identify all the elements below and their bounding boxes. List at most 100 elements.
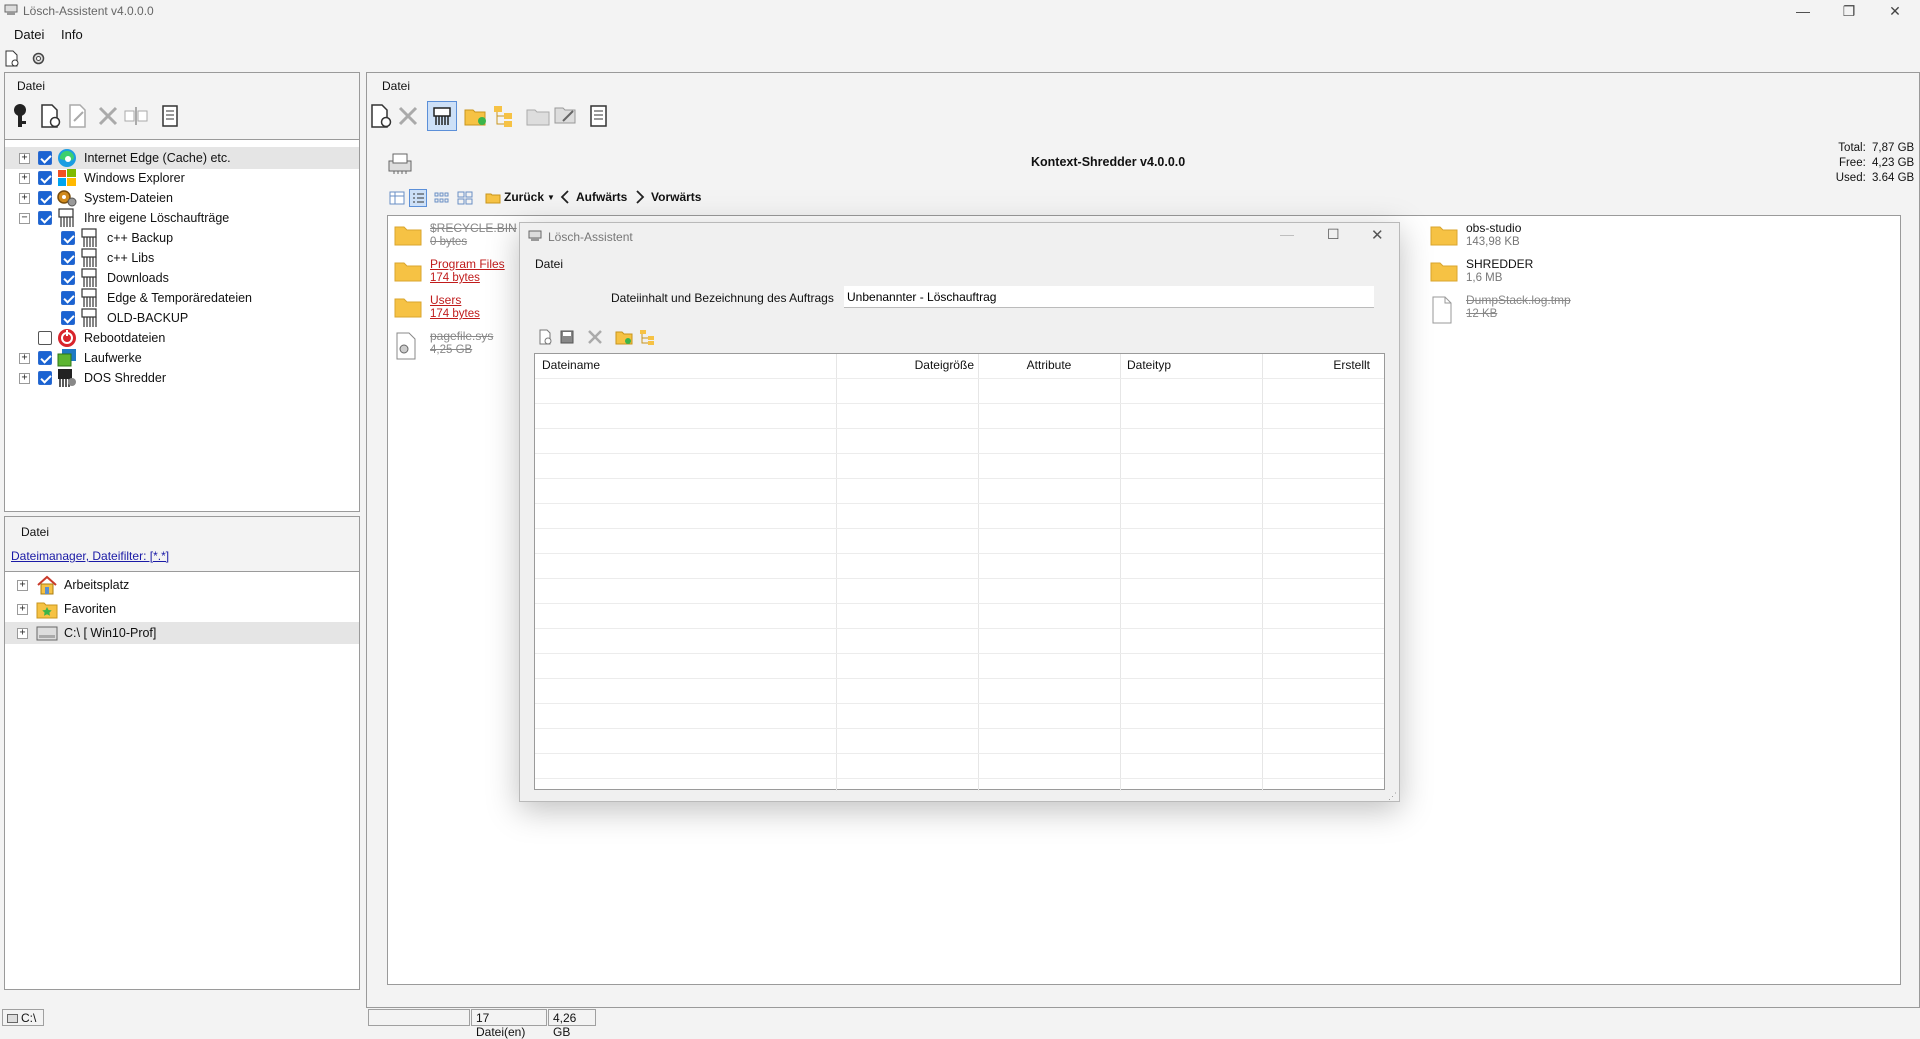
tree-item-rebootdateien[interactable]: Rebootdateien (19, 327, 165, 349)
folder-disabled-icon[interactable] (525, 105, 551, 127)
properties-icon[interactable] (159, 103, 181, 129)
tree-item-windows-explorer[interactable]: + Windows Explorer (19, 167, 185, 189)
tree-item-system-dateien[interactable]: + System-Dateien (19, 187, 173, 209)
maximize-icon: ❐ (1842, 2, 1856, 19)
minimize-button[interactable]: — (1780, 0, 1826, 22)
tree-item-old-backup[interactable]: OLD-BACKUP (61, 307, 188, 329)
view-small-icons-icon[interactable] (433, 191, 449, 205)
col-attribute[interactable]: Attribute (978, 354, 1120, 376)
up-button[interactable]: Aufwärts (560, 190, 627, 204)
checkbox[interactable] (38, 351, 52, 365)
expand-icon[interactable]: + (19, 172, 30, 184)
shredder-icon (79, 228, 101, 248)
tree-item-internet-edge-cache-etc[interactable]: + Internet Edge (Cache) etc. (5, 147, 359, 169)
folder-edit-icon[interactable] (553, 103, 577, 129)
checkbox[interactable] (38, 171, 52, 185)
new-folder-icon[interactable] (463, 105, 489, 127)
expand-icon[interactable]: + (17, 579, 28, 591)
checkbox[interactable] (38, 371, 52, 385)
col-dateityp[interactable]: Dateityp (1127, 354, 1171, 376)
collapse-icon[interactable]: − (19, 212, 30, 224)
tree-item-downloads[interactable]: Downloads (61, 267, 169, 289)
file-item[interactable]: SHREDDER 1,6 MB (1428, 256, 1578, 290)
folder-icon (394, 260, 422, 285)
dlg-save-icon[interactable] (559, 329, 575, 345)
new-document-icon[interactable] (3, 50, 20, 67)
checkbox[interactable] (38, 211, 52, 225)
col-erstellt[interactable]: Erstellt (1262, 354, 1370, 376)
tree-item-laufwerke[interactable]: + Laufwerke (19, 347, 142, 369)
tree-item-c-backup[interactable]: c++ Backup (61, 227, 173, 249)
expand-icon[interactable]: + (19, 192, 30, 204)
tree-item-ihre-eigene-l-schauftr-ge[interactable]: − Ihre eigene Löschaufträge (19, 207, 229, 229)
col-dateiname[interactable]: Dateiname (542, 354, 600, 376)
dialog-close-icon[interactable]: ✕ (1371, 226, 1384, 244)
resize-grip-icon[interactable]: ⋰ (1388, 791, 1397, 802)
checkbox[interactable] (38, 151, 52, 165)
dialog-menu-datei[interactable]: Datei (535, 257, 563, 271)
checkbox[interactable] (38, 331, 52, 345)
menu-info[interactable]: Info (57, 27, 87, 42)
file-filter-link[interactable]: Dateimanager, Dateifilter: [*.*] (11, 549, 169, 563)
left-top-header: Datei (17, 79, 46, 93)
expand-icon[interactable]: + (19, 352, 30, 364)
expand-icon[interactable]: + (17, 627, 28, 639)
dialog-maximize-icon[interactable]: ☐ (1327, 226, 1340, 243)
back-button[interactable]: Zurück ▼ (485, 190, 555, 204)
shredder-icon (433, 107, 451, 125)
fm-tree-item-1[interactable]: + Favoriten (5, 598, 359, 620)
delete-assistant-dialog: Lösch-Assistent — ☐ ✕ Datei Dateiinhalt … (519, 222, 1400, 802)
file-item[interactable]: obs-studio 143,98 KB (1428, 220, 1578, 254)
file-item[interactable]: DumpStack.log.tmp 12 KB (1428, 292, 1578, 326)
checkbox[interactable] (61, 311, 75, 325)
dlg-new-icon[interactable] (537, 329, 553, 345)
view-details-icon[interactable] (389, 191, 405, 205)
split-icon[interactable] (123, 105, 149, 127)
shredder-icon (79, 248, 101, 268)
dlg-delete-icon[interactable] (587, 329, 603, 345)
tree-item-dos-shredder[interactable]: + DOS Shredder (19, 367, 166, 389)
chevron-left-icon (560, 190, 569, 204)
dos-shredder-icon (56, 368, 78, 388)
edit-icon[interactable] (67, 103, 89, 129)
shredder-button[interactable] (427, 101, 457, 131)
delete-file-icon[interactable] (397, 105, 419, 127)
expand-icon[interactable]: + (19, 372, 30, 384)
col-dateigroesse[interactable]: Dateigröße (836, 354, 974, 376)
expand-icon[interactable]: + (19, 152, 30, 164)
checkbox[interactable] (61, 251, 75, 265)
file-size: 12 KB (1466, 308, 1498, 320)
shredder-title: Kontext-Shredder v4.0.0.0 (1031, 155, 1186, 169)
tree-item-edge-tempor-redateien[interactable]: Edge & Temporäredateien (61, 287, 252, 309)
checkbox[interactable] (61, 291, 75, 305)
dlg-add-folder-icon[interactable] (615, 329, 633, 345)
new-file-icon[interactable] (369, 103, 393, 129)
fm-tree-item-0[interactable]: + Arbeitsplatz (5, 574, 359, 596)
info-icon[interactable] (587, 103, 611, 129)
checkbox[interactable] (61, 231, 75, 245)
checkbox[interactable] (38, 191, 52, 205)
fm-tree-item-2[interactable]: + C:\ [ Win10-Prof] (5, 622, 359, 644)
new-job-icon[interactable] (39, 103, 61, 129)
expand-icon[interactable]: + (17, 603, 28, 615)
checkbox[interactable] (61, 271, 75, 285)
tree-item-label: c++ Libs (107, 251, 155, 265)
shredder-icon (56, 208, 78, 228)
key-icon[interactable] (9, 103, 31, 129)
tree-item-c-libs[interactable]: c++ Libs (61, 247, 154, 269)
forward-button[interactable]: Vorwärts (635, 190, 701, 204)
delete-icon[interactable] (97, 105, 119, 127)
maximize-button[interactable]: ❐ (1826, 0, 1872, 22)
job-name-input[interactable] (844, 286, 1374, 308)
dialog-minimize-icon[interactable]: — (1280, 226, 1294, 242)
tree-item-label: DOS Shredder (84, 371, 166, 385)
dlg-folder-tree-icon[interactable] (638, 328, 656, 346)
favorites-folder-icon (36, 599, 58, 619)
settings-icon[interactable] (30, 50, 47, 67)
job-file-table: Dateiname Dateigröße Attribute Dateityp … (534, 353, 1385, 791)
close-button[interactable]: ✕ (1872, 0, 1918, 22)
menu-datei[interactable]: Datei (10, 27, 48, 42)
view-list-button[interactable] (409, 189, 427, 207)
view-large-icons-icon[interactable] (457, 191, 473, 205)
folder-tree-icon[interactable] (491, 103, 515, 129)
